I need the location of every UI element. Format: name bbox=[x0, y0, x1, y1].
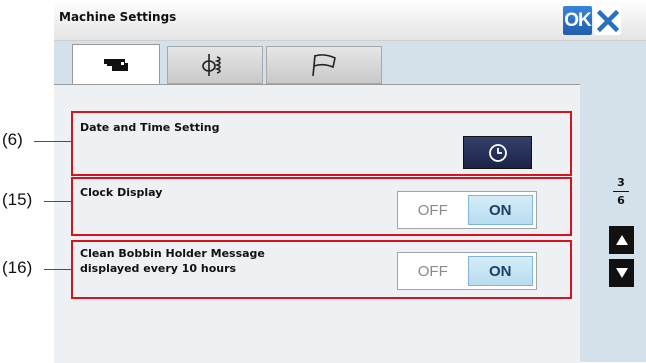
ok-button[interactable]: OK bbox=[563, 6, 592, 35]
close-button[interactable] bbox=[594, 6, 621, 35]
total-pages: 6 bbox=[617, 194, 625, 207]
up-arrow-icon bbox=[615, 235, 628, 245]
page-indicator: 3 6 bbox=[608, 176, 634, 207]
setting-label: Date and Time Setting bbox=[80, 121, 220, 134]
callout-leader-line bbox=[34, 141, 71, 142]
page-up-button[interactable] bbox=[609, 226, 634, 254]
callout-label: (15) bbox=[2, 190, 33, 209]
page-title: Machine Settings bbox=[59, 10, 177, 24]
clock-icon bbox=[488, 143, 507, 162]
callout-leader-line bbox=[44, 201, 71, 202]
callout-leader-line bbox=[44, 269, 71, 270]
setting-label: Clean Bobbin Holder Message displayed ev… bbox=[80, 247, 265, 275]
down-arrow-icon bbox=[615, 268, 628, 278]
close-icon bbox=[596, 9, 619, 32]
current-page: 3 bbox=[617, 176, 625, 189]
on-button[interactable]: ON bbox=[467, 195, 533, 225]
stitch-bobbin-icon bbox=[202, 54, 221, 76]
tab-stitch-settings[interactable] bbox=[167, 46, 263, 84]
tab-general-settings[interactable] bbox=[266, 46, 382, 84]
page-down-button[interactable] bbox=[609, 259, 634, 287]
tab-machine-settings[interactable] bbox=[72, 44, 160, 85]
fraction-line bbox=[613, 191, 629, 192]
off-button[interactable]: OFF bbox=[401, 256, 465, 286]
flag-icon bbox=[312, 54, 336, 77]
setting-label: Clock Display bbox=[80, 186, 163, 199]
off-button[interactable]: OFF bbox=[401, 195, 465, 225]
clean-bobbin-message-toggle: OFF ON bbox=[397, 252, 537, 290]
sewing-machine-icon bbox=[104, 59, 128, 71]
clock-display-toggle: OFF ON bbox=[397, 191, 537, 229]
date-time-button[interactable] bbox=[463, 136, 532, 169]
callout-label: (6) bbox=[2, 130, 23, 149]
callout-label: (16) bbox=[2, 258, 33, 277]
on-button[interactable]: ON bbox=[467, 256, 533, 286]
